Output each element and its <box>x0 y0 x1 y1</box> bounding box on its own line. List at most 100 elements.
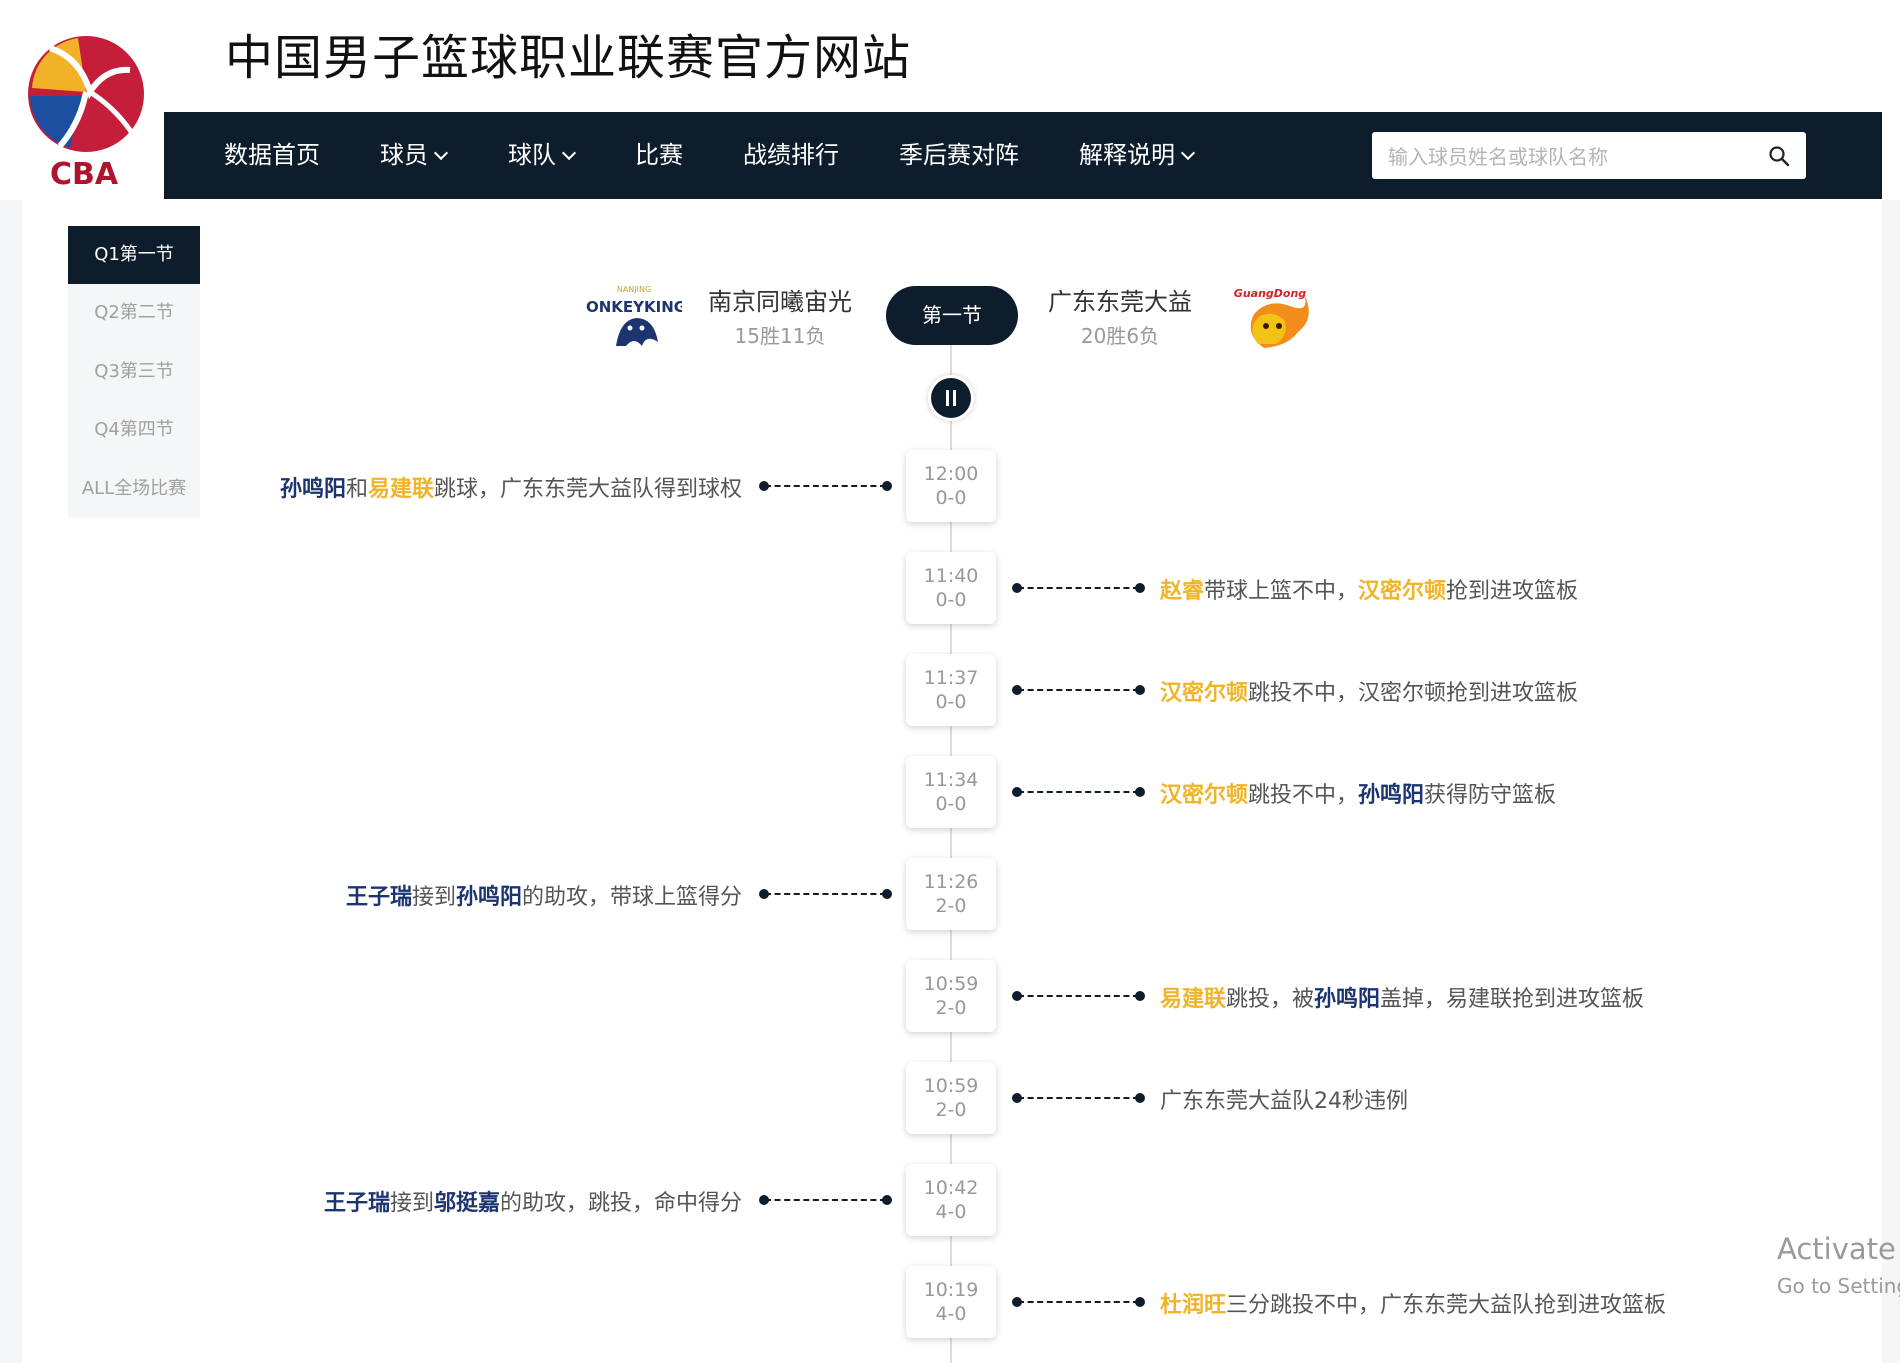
event-clock: 10:59 <box>923 973 979 995</box>
event-time-box: 11:26 2-0 <box>906 858 996 930</box>
tab-q4[interactable]: Q4第四节 <box>68 401 200 459</box>
event-time-box: 11:34 0-0 <box>906 756 996 828</box>
event-time-box: 10:42 4-0 <box>906 1164 996 1236</box>
search-icon[interactable] <box>1768 145 1790 167</box>
activation-watermark-title: Activate W <box>1777 1232 1900 1266</box>
event-clock: 11:26 <box>923 871 979 893</box>
away-player-name[interactable]: 赵睿 <box>1160 579 1204 604</box>
home-player-name[interactable]: 孙鸣阳 <box>280 477 346 502</box>
event-text: 和 <box>345 477 368 502</box>
event-clock: 10:19 <box>923 1279 979 1301</box>
away-player-name[interactable]: 汉密尔顿 <box>1160 783 1248 808</box>
event-clock: 12:00 <box>923 463 979 485</box>
event-connector <box>1012 1296 1145 1308</box>
svg-text:GuangDong: GuangDong <box>1234 287 1307 300</box>
activation-watermark-subtitle: Go to Setting <box>1777 1274 1900 1298</box>
home-player-name[interactable]: 孙鸣阳 <box>456 885 522 910</box>
event-text: 盖掉，易建联抢到进攻篮板 <box>1380 987 1645 1012</box>
event-time-box: 10:59 2-0 <box>906 960 996 1032</box>
away-team-name[interactable]: 广东东莞大益 <box>1046 282 1194 317</box>
chevron-down-icon <box>433 145 449 161</box>
svg-text:NANJING: NANJING <box>617 285 651 294</box>
event-clock: 11:34 <box>923 769 979 791</box>
search-input[interactable] <box>1386 132 1760 181</box>
chevron-down-icon <box>561 145 577 161</box>
nav-data-home[interactable]: 数据首页 <box>224 112 320 199</box>
event-connector <box>759 480 892 492</box>
event-score: 0-0 <box>935 793 967 815</box>
event-text: 跳球，广东东莞大益队得到球权 <box>433 477 742 502</box>
away-player-name[interactable]: 易建联 <box>368 477 434 502</box>
nav-label: 解释说明 <box>1079 141 1175 169</box>
nav-label: 战绩排行 <box>743 141 839 169</box>
search-box <box>1372 132 1806 181</box>
home-player-name[interactable]: 王子瑞 <box>346 885 412 910</box>
nav-games[interactable]: 比赛 <box>635 112 683 199</box>
event-text: 跳投，被 <box>1226 987 1315 1012</box>
guangdong-team-logo: GuangDong <box>1234 287 1309 348</box>
nav-standings[interactable]: 战绩排行 <box>743 112 839 199</box>
event-text: 接到 <box>389 1191 434 1216</box>
nav-label: 数据首页 <box>224 141 320 169</box>
event-description: 王子瑞接到邬挺嘉的助攻，跳投，命中得分 <box>324 1185 742 1217</box>
tab-q1[interactable]: Q1第一节 <box>68 226 200 285</box>
event-connector <box>759 1194 892 1206</box>
cba-logo[interactable]: CBA <box>20 28 145 188</box>
event-clock: 11:40 <box>923 565 979 587</box>
nav-playoffs[interactable]: 季后赛对阵 <box>899 112 1019 199</box>
current-period-badge: 第一节 <box>886 286 1018 345</box>
event-connector <box>1012 582 1145 594</box>
event-time-box: 11:40 0-0 <box>906 552 996 624</box>
nav-label: 季后赛对阵 <box>899 141 1019 169</box>
event-score: 4-0 <box>935 1201 967 1223</box>
away-player-name[interactable]: 汉密尔顿 <box>1160 681 1248 706</box>
home-player-name[interactable]: 孙鸣阳 <box>1314 987 1380 1012</box>
event-description: 汉密尔顿跳投不中，孙鸣阳获得防守篮板 <box>1160 777 1556 809</box>
event-time-box: 10:59 2-0 <box>906 1062 996 1134</box>
nav-label: 球队 <box>508 141 556 169</box>
event-description: 王子瑞接到孙鸣阳的助攻，带球上篮得分 <box>346 879 742 911</box>
site-title: 中国男子篮球职业联赛官方网站 <box>225 30 912 86</box>
tab-q3[interactable]: Q3第三节 <box>68 343 200 401</box>
event-clock: 11:37 <box>923 667 979 689</box>
event-connector <box>1012 786 1145 798</box>
nav-label: 比赛 <box>635 141 683 169</box>
event-time-box: 11:37 0-0 <box>906 654 996 726</box>
event-description: 汉密尔顿跳投不中，汉密尔顿抢到进攻篮板 <box>1160 675 1578 707</box>
event-text: 三分跳投不中，广东东莞大益队抢到进攻篮板 <box>1226 1293 1667 1318</box>
away-player-name[interactable]: 杜润旺 <box>1160 1293 1226 1318</box>
home-player-name[interactable]: 邬挺嘉 <box>434 1191 500 1216</box>
event-text: 获得防守篮板 <box>1424 783 1557 808</box>
chevron-down-icon <box>1180 145 1196 161</box>
nav-teams[interactable]: 球队 <box>508 112 577 199</box>
event-description: 广东东莞大益队24秒违例 <box>1160 1083 1408 1115</box>
period-tabs: Q1第一节 Q2第二节 Q3第三节 Q4第四节 ALL全场比赛 <box>68 226 200 518</box>
event-text: 抢到进攻篮板 <box>1446 579 1579 604</box>
event-text: 跳投不中，汉密尔顿抢到进攻篮板 <box>1248 681 1579 706</box>
pause-icon[interactable] <box>931 378 971 418</box>
event-connector <box>1012 990 1145 1002</box>
event-time-box: 10:19 4-0 <box>906 1266 996 1338</box>
away-player-name[interactable]: 易建联 <box>1160 987 1226 1012</box>
event-score: 2-0 <box>935 997 967 1019</box>
tab-all[interactable]: ALL全场比赛 <box>68 460 200 518</box>
nav-explanations[interactable]: 解释说明 <box>1079 112 1196 199</box>
event-connector <box>1012 684 1145 696</box>
away-player-name[interactable]: 汉密尔顿 <box>1358 579 1446 604</box>
tab-q2[interactable]: Q2第二节 <box>68 284 200 342</box>
event-connector <box>759 888 892 900</box>
event-text: 跳投不中， <box>1248 783 1359 808</box>
event-clock: 10:59 <box>923 1075 979 1097</box>
event-description: 孙鸣阳和易建联跳球，广东东莞大益队得到球权 <box>280 471 742 503</box>
nav-players[interactable]: 球员 <box>380 112 449 199</box>
event-description: 易建联跳投，被孙鸣阳盖掉，易建联抢到进攻篮板 <box>1160 981 1644 1013</box>
event-text: 接到 <box>411 885 456 910</box>
home-team-record: 15胜11负 <box>734 324 826 348</box>
away-team-record: 20胜6负 <box>1080 324 1160 348</box>
home-team-name[interactable]: 南京同曦宙光 <box>706 282 854 317</box>
home-player-name[interactable]: 王子瑞 <box>324 1191 390 1216</box>
event-score: 0-0 <box>935 487 967 509</box>
home-player-name[interactable]: 孙鸣阳 <box>1358 783 1424 808</box>
event-description: 赵睿带球上篮不中，汉密尔顿抢到进攻篮板 <box>1160 573 1578 605</box>
event-text: 的助攻，跳投，命中得分 <box>499 1191 742 1216</box>
